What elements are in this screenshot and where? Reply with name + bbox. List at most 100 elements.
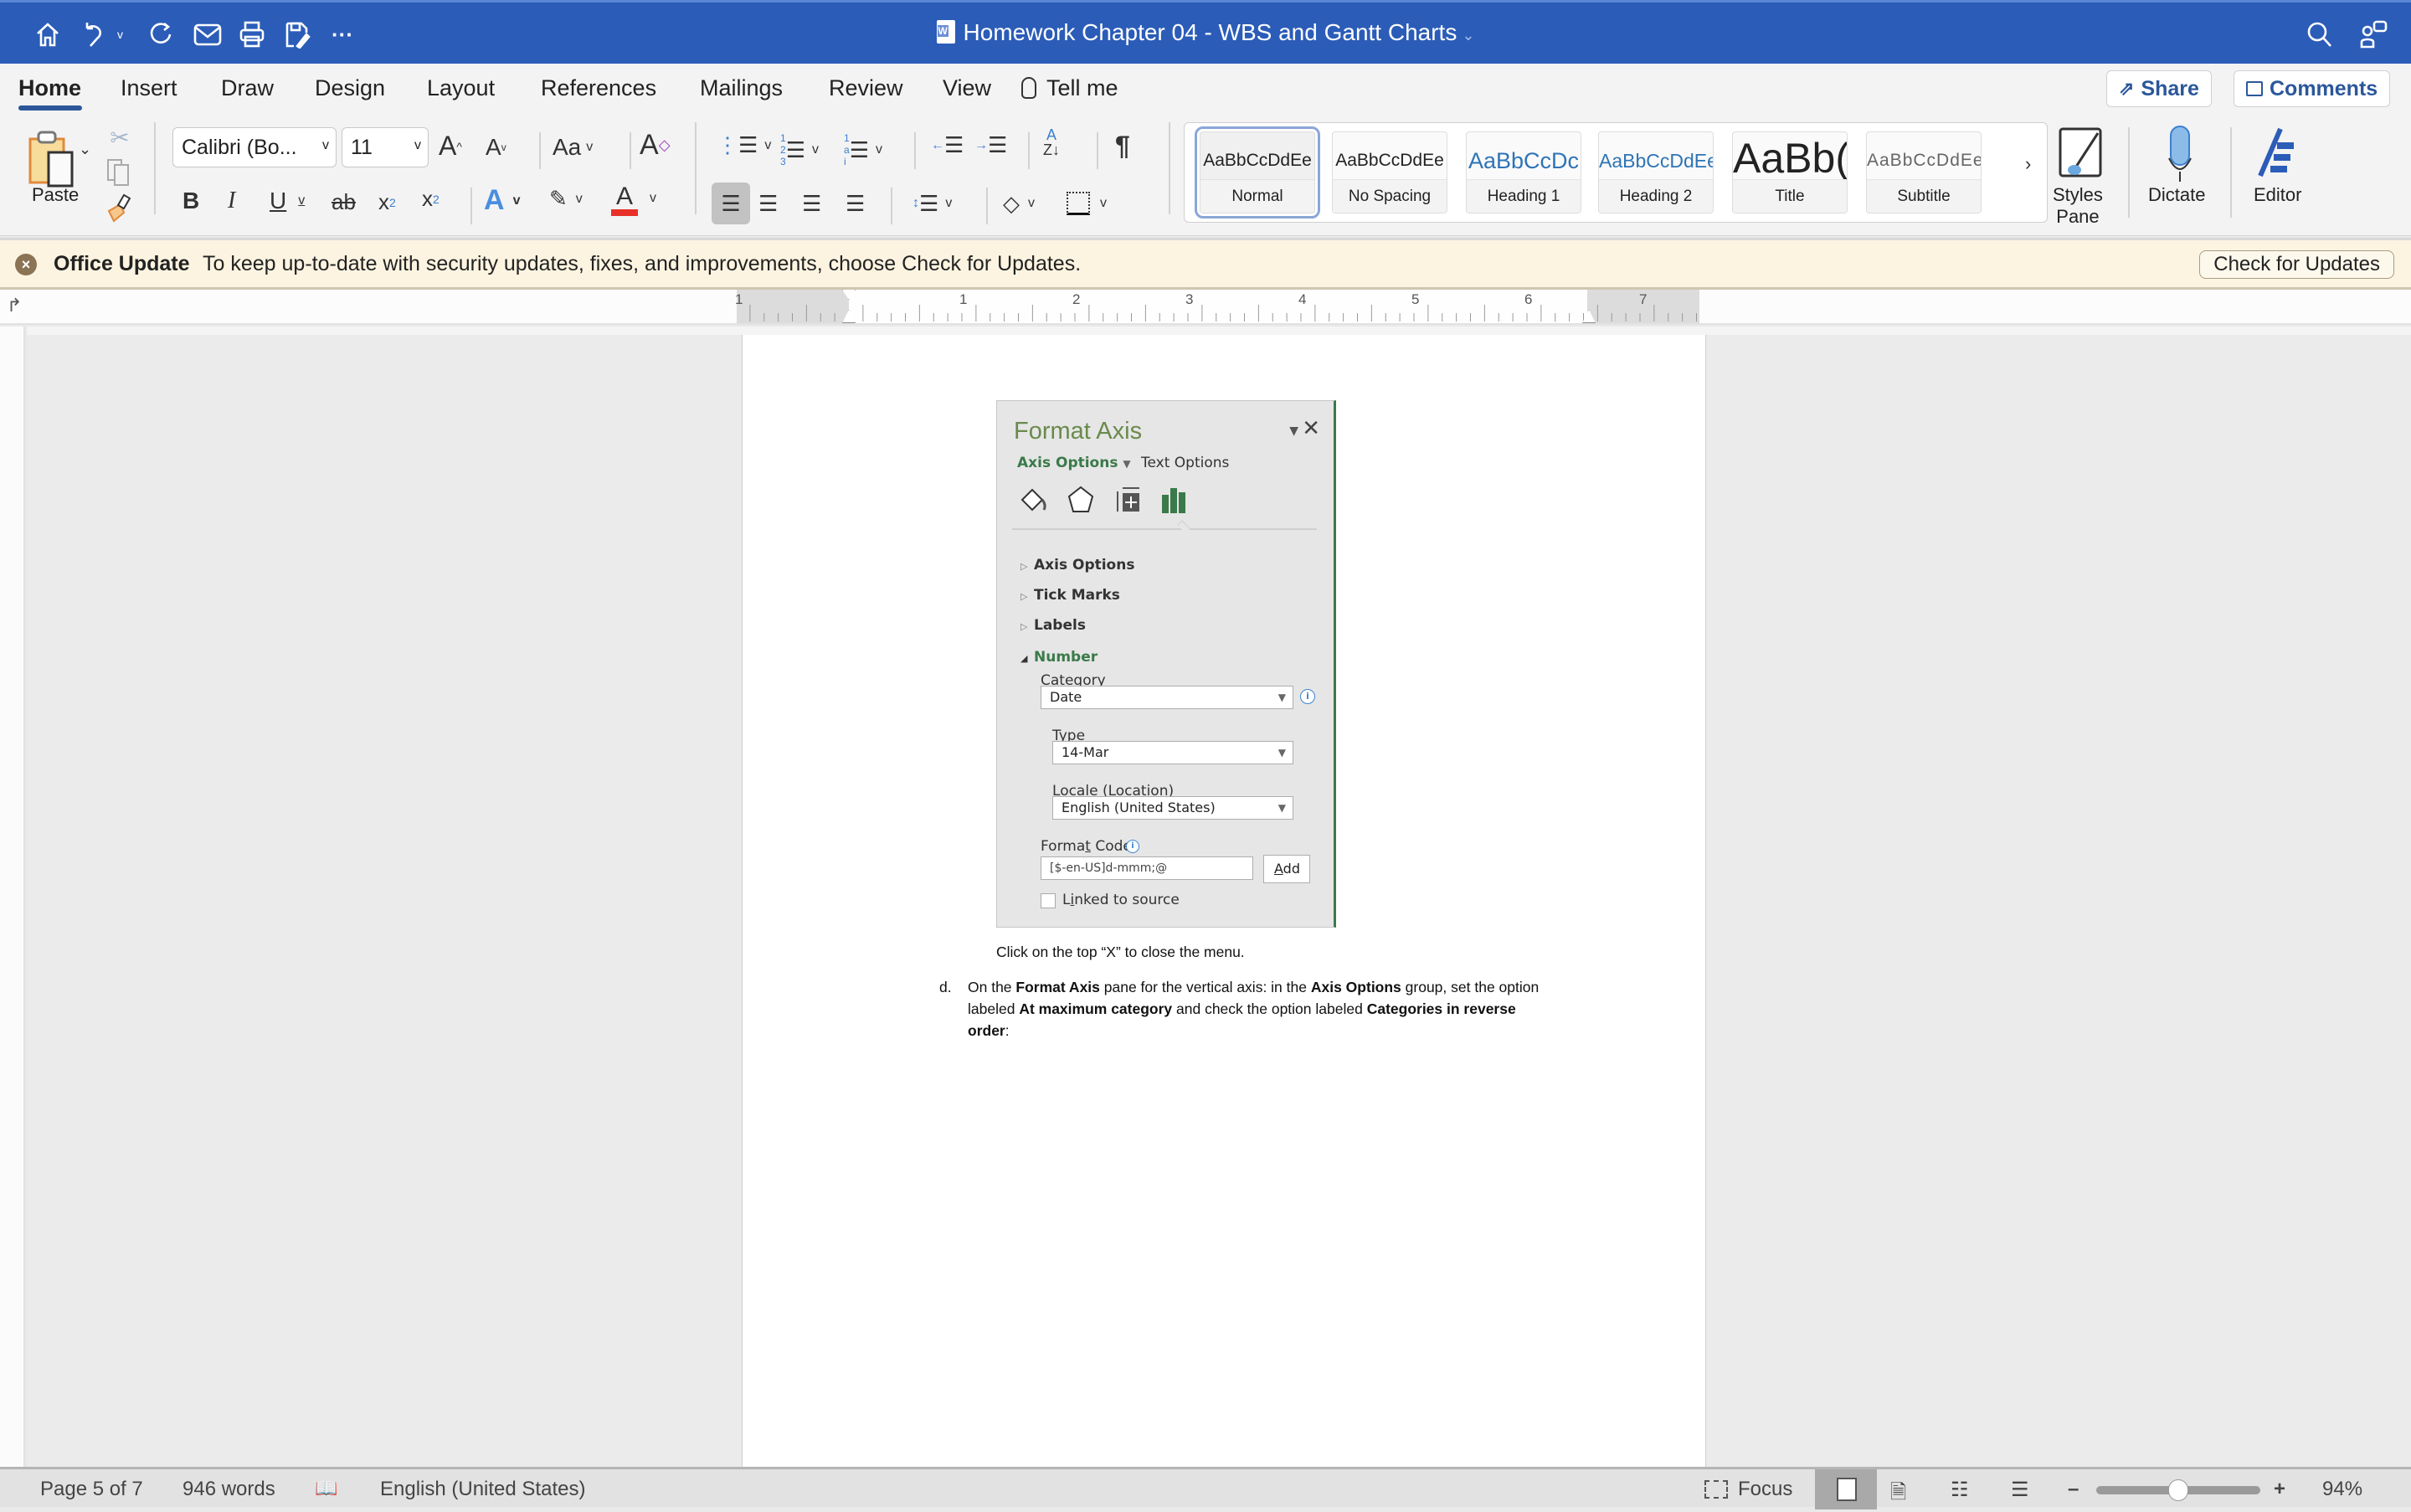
check-for-updates-button[interactable]: Check for Updates: [2199, 250, 2394, 279]
borders-icon[interactable]: v: [1067, 183, 1107, 224]
ruler-number: 1: [735, 291, 743, 307]
style-heading-1[interactable]: AaBbCcDc Heading 1: [1466, 131, 1581, 213]
zoom-slider-thumb[interactable]: [2168, 1479, 2188, 1501]
tab-draw[interactable]: Draw: [221, 75, 274, 101]
step-d-paragraph[interactable]: On the Format Axis pane for the vertical…: [968, 976, 1604, 1041]
paste-button[interactable]: [25, 126, 84, 193]
styles-more-chevron-icon[interactable]: ›: [2025, 153, 2031, 175]
shading-icon[interactable]: ◇ v: [1003, 183, 1035, 224]
window-title[interactable]: Homework Chapter 04 - WBS and Gantt Char…: [0, 19, 2411, 46]
tab-tell-me[interactable]: Tell me: [1021, 75, 1118, 101]
font-name-select[interactable]: Calibri (Bo... v: [172, 127, 337, 167]
style-subtitle[interactable]: AaBbCcDdEe Subtitle: [1866, 131, 1982, 213]
dropdown-arrow-icon: ▼: [1277, 692, 1286, 703]
sort-icon[interactable]: A Z↓: [1043, 127, 1060, 157]
clear-formatting-icon[interactable]: A ◇: [640, 129, 671, 162]
align-right-button[interactable]: ☰: [802, 183, 821, 224]
zoom-in-button[interactable]: +: [2274, 1478, 2285, 1501]
separator: [1028, 132, 1030, 169]
caption-text[interactable]: Click on the top “X” to close the menu.: [996, 941, 1245, 963]
show-formatting-marks-icon[interactable]: ¶: [1115, 131, 1130, 162]
strikethrough-button[interactable]: ab: [332, 189, 356, 215]
separator: [891, 188, 892, 224]
multilevel-list-icon[interactable]: 1 a i ☰ v: [844, 132, 882, 167]
underline-button[interactable]: Uv: [270, 188, 305, 214]
collaborators-icon[interactable]: [2359, 18, 2389, 51]
ruler-number: 2: [1072, 291, 1081, 307]
subscript-button[interactable]: x2: [378, 189, 396, 215]
font-size-select[interactable]: 11 v: [342, 127, 429, 167]
tab-references[interactable]: References: [541, 75, 656, 101]
ruler-ticks: [749, 305, 1697, 321]
editor-icon[interactable]: [2254, 124, 2300, 184]
info-icon: i: [1300, 689, 1315, 704]
dropdown-arrow-icon: ▼: [1277, 747, 1286, 759]
shrink-font-icon[interactable]: Av: [486, 134, 506, 161]
focus-button[interactable]: Focus: [1704, 1478, 1792, 1501]
zoom-out-button[interactable]: –: [2068, 1478, 2079, 1501]
justify-button[interactable]: ☰: [846, 183, 865, 224]
tab-insert[interactable]: Insert: [121, 75, 177, 101]
format-painter-icon[interactable]: [104, 191, 134, 224]
outline-view-icon[interactable]: ☷: [1951, 1478, 1969, 1502]
share-button[interactable]: ⇗ Share: [2106, 70, 2212, 107]
tab-layout[interactable]: Layout: [427, 75, 495, 101]
cut-icon[interactable]: ✂: [107, 124, 132, 151]
text-effects-icon[interactable]: Av: [484, 184, 520, 217]
tab-design[interactable]: Design: [315, 75, 385, 101]
search-icon[interactable]: [2306, 18, 2334, 51]
separator: [539, 132, 541, 169]
tab-review[interactable]: Review: [829, 75, 903, 101]
font-color-button[interactable]: A: [611, 184, 638, 216]
decrease-indent-icon[interactable]: ← ☰: [931, 132, 964, 158]
chevron-down-icon: v: [414, 138, 421, 152]
grow-font-icon[interactable]: A ^: [439, 131, 462, 162]
editor-button[interactable]: Editor: [2254, 184, 2301, 206]
proofing-icon[interactable]: 📖: [315, 1478, 337, 1499]
zoom-slider[interactable]: [2096, 1479, 2260, 1501]
superscript-button[interactable]: x2: [422, 186, 440, 212]
tab-view[interactable]: View: [943, 75, 991, 101]
tab-mailings[interactable]: Mailings: [700, 75, 783, 101]
numbering-icon[interactable]: 1 2 3 ☰ v: [780, 132, 819, 167]
zoom-level[interactable]: 94%: [2322, 1478, 2362, 1501]
category-select: Date ▼: [1041, 686, 1293, 709]
change-case-button[interactable]: Aa v: [553, 134, 593, 161]
effects-icon: [1066, 485, 1096, 515]
align-left-button[interactable]: ☰: [712, 183, 750, 224]
italic-button[interactable]: I: [228, 188, 235, 214]
section-labels: ▷ Labels: [1020, 617, 1086, 634]
paste-dropdown-icon[interactable]: ⌄: [79, 141, 91, 158]
page-count[interactable]: Page 5 of 7: [40, 1478, 143, 1501]
draft-view-icon[interactable]: ☰: [2011, 1478, 2029, 1502]
tab-home[interactable]: Home: [18, 75, 81, 101]
separator: [1097, 132, 1098, 169]
bullets-icon[interactable]: ⋮ ☰ v: [717, 132, 771, 158]
align-center-button[interactable]: ☰: [758, 183, 778, 224]
increase-indent-icon[interactable]: → ☰: [974, 132, 1007, 158]
share-icon: ⇗: [2119, 78, 2135, 99]
language-status[interactable]: English (United States): [380, 1478, 585, 1501]
word-count[interactable]: 946 words: [182, 1478, 275, 1501]
horizontal-ruler[interactable]: 1 1 2 3 4 5 6 7: [735, 290, 1699, 323]
print-layout-view-button[interactable]: [1815, 1469, 1877, 1509]
bold-button[interactable]: B: [182, 188, 199, 214]
style-no-spacing[interactable]: AaBbCcDdEe No Spacing: [1332, 131, 1447, 213]
dictate-button[interactable]: Dictate: [2148, 184, 2205, 206]
close-icon: ✕: [1302, 416, 1320, 441]
comments-button[interactable]: Comments: [2234, 70, 2391, 107]
styles-pane-button[interactable]: Styles Pane: [2053, 184, 2103, 228]
styles-pane-icon[interactable]: [2056, 126, 2106, 181]
style-title[interactable]: AaBb(Title: [1732, 131, 1848, 213]
line-spacing-icon[interactable]: ↕ ☰ v: [912, 183, 952, 224]
highlight-icon[interactable]: ✎ v: [549, 186, 583, 212]
copy-icon[interactable]: [104, 157, 134, 188]
font-color-dropdown-icon[interactable]: v: [650, 191, 656, 206]
microphone-icon[interactable]: [2160, 124, 2200, 184]
style-heading-2[interactable]: AaBbCcDdEe Heading 2: [1598, 131, 1714, 213]
tab-stop-selector-icon[interactable]: ↱: [7, 295, 22, 316]
lightbulb-icon: [1021, 77, 1036, 99]
dismiss-update-icon[interactable]: ×: [15, 254, 37, 275]
style-normal[interactable]: AaBbCcDdEe Normal: [1195, 126, 1320, 219]
font-color-icon: A: [615, 183, 633, 210]
